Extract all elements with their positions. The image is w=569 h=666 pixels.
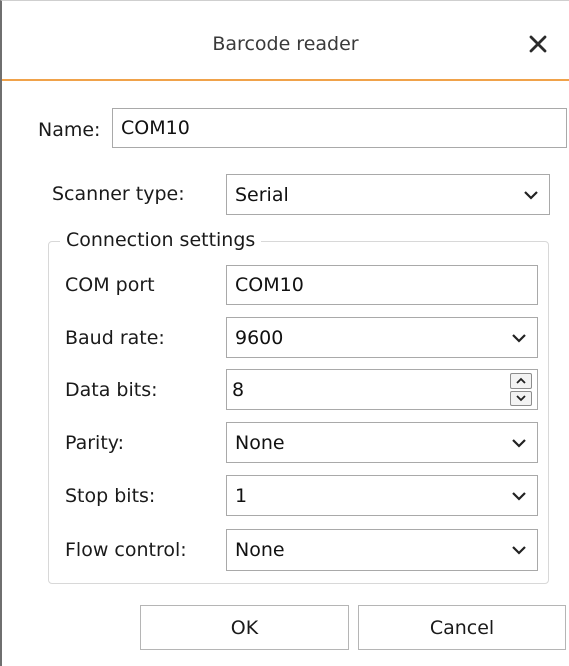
dialog-title: Barcode reader	[212, 33, 359, 55]
scanner-type-select[interactable]: Serial	[226, 174, 550, 215]
close-button[interactable]	[521, 27, 555, 61]
chevron-down-icon	[512, 491, 526, 501]
com-port-input[interactable]: COM10	[226, 265, 538, 305]
scanner-type-value: Serial	[235, 183, 289, 206]
data-bits-label: Data bits:	[65, 379, 158, 401]
chevron-down-icon	[512, 333, 526, 343]
flow-control-value: None	[235, 539, 285, 561]
name-input[interactable]: COM10	[112, 108, 567, 148]
ok-button[interactable]: OK	[140, 605, 349, 650]
data-bits-spinner	[510, 373, 532, 406]
flow-control-label: Flow control:	[65, 539, 187, 561]
baud-rate-select[interactable]: 9600	[226, 317, 538, 358]
chevron-down-icon	[512, 438, 526, 448]
spin-down-button[interactable]	[510, 390, 532, 406]
title-bar[interactable]: Barcode reader	[2, 1, 569, 81]
connection-settings-title: Connection settings	[60, 229, 262, 251]
data-bits-stepper[interactable]: 8	[226, 369, 538, 410]
com-port-value: COM10	[235, 274, 304, 296]
close-icon	[529, 35, 547, 53]
baud-rate-value: 9600	[235, 326, 284, 349]
chevron-up-icon	[516, 377, 526, 384]
chevron-down-icon	[512, 546, 526, 555]
chevron-down-icon	[516, 395, 526, 402]
scanner-type-label: Scanner type:	[52, 183, 185, 205]
data-bits-value: 8	[232, 378, 245, 401]
stop-bits-select[interactable]: 1	[226, 475, 538, 516]
parity-label: Parity:	[65, 432, 125, 454]
name-label: Name:	[38, 119, 101, 141]
flow-control-select[interactable]: None	[226, 529, 538, 571]
cancel-button[interactable]: Cancel	[358, 605, 566, 650]
parity-select[interactable]: None	[226, 422, 538, 463]
spin-up-button[interactable]	[510, 373, 532, 389]
name-input-value: COM10	[121, 117, 190, 139]
parity-value: None	[235, 431, 285, 454]
com-port-label: COM port	[65, 274, 155, 296]
chevron-down-icon	[524, 190, 538, 200]
barcode-reader-dialog: Barcode reader Name: COM10 Scanner type:…	[0, 0, 569, 666]
stop-bits-value: 1	[235, 484, 248, 507]
baud-rate-label: Baud rate:	[65, 327, 165, 349]
stop-bits-label: Stop bits:	[65, 485, 156, 507]
